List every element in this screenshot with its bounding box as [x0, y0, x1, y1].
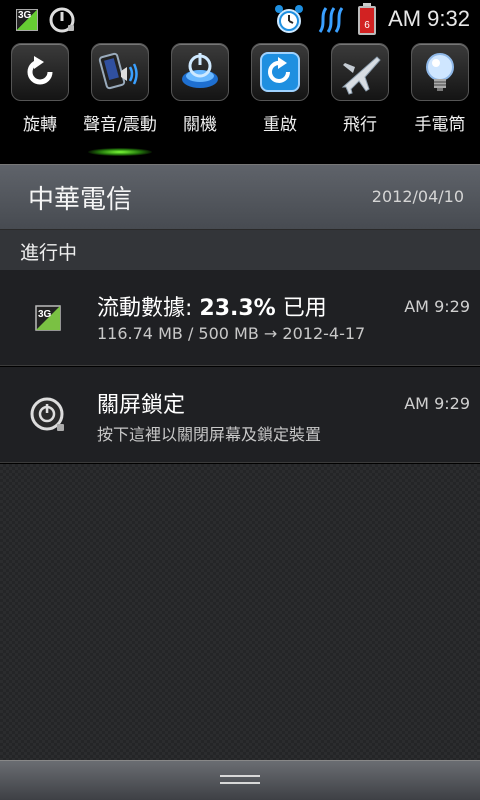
notification-title: 關屏鎖定: [97, 393, 186, 418]
ongoing-section-header: 進行中: [0, 230, 480, 270]
toggle-label: 關機: [183, 115, 217, 135]
rotate-icon: [27, 56, 53, 85]
rotate-button[interactable]: [11, 43, 69, 101]
title-prefix: 流動數據:: [97, 296, 200, 321]
power-icon: [182, 53, 218, 88]
signal-waves-icon: [318, 7, 344, 33]
toggle-label: 旋轉: [23, 115, 57, 135]
carrier-name: 中華電信: [28, 185, 133, 215]
notification-screen-lock[interactable]: 關屏鎖定 按下這裡以關閉屏幕及鎖定裝置 AM 9:29: [0, 367, 480, 463]
current-date: 2012/04/10: [371, 187, 464, 206]
section-title: 進行中: [20, 242, 78, 264]
status-left-icons: 3G: [16, 6, 76, 34]
3g-icon: 3G: [16, 9, 38, 31]
sound-vibrate-icon: [98, 52, 138, 90]
alarm-clock-icon: [275, 5, 304, 33]
toggle-restart[interactable]: 重啟: [250, 38, 310, 164]
carrier-bar: 中華電信 2012/04/10: [0, 164, 480, 230]
status-right-icons: 6 AM 9:32: [272, 2, 470, 36]
notification-time: AM 9:29: [404, 394, 470, 413]
title-suffix: 已用: [275, 296, 327, 321]
grip-icon: [220, 775, 260, 787]
toggle-rotate[interactable]: 旋轉: [10, 38, 70, 164]
flashlight-icon: [426, 53, 454, 91]
power-button[interactable]: [171, 43, 229, 101]
battery-icon: 6: [358, 3, 377, 35]
active-indicator: [88, 148, 152, 156]
svg-text:6: 6: [364, 20, 370, 31]
shade-drag-handle[interactable]: [0, 760, 480, 800]
status-clock: AM 9:32: [388, 6, 470, 31]
screen-lock-power-icon: [28, 395, 68, 435]
notification-empty-area: [0, 464, 480, 760]
restart-button[interactable]: [251, 43, 309, 101]
toggle-label: 聲音/震動: [83, 115, 157, 135]
status-bar: 3G 6 AM 9:32: [0, 0, 480, 38]
sound-vibrate-button[interactable]: [91, 43, 149, 101]
notification-time: AM 9:29: [404, 297, 470, 316]
airplane-button[interactable]: [331, 43, 389, 101]
power-lock-icon: [49, 7, 75, 33]
toggle-label: 手電筒: [414, 115, 466, 135]
flashlight-button[interactable]: [411, 43, 469, 101]
toggle-sound-vibrate[interactable]: 聲音/震動: [83, 38, 157, 164]
toggle-label: 飛行: [343, 115, 377, 135]
airplane-icon: [341, 56, 381, 95]
notification-title: 流動數據: 23.3% 已用: [97, 290, 327, 322]
toggle-flashlight[interactable]: 手電筒: [410, 38, 470, 164]
toggle-label: 重啟: [263, 115, 297, 135]
svg-text:3G: 3G: [38, 309, 52, 320]
notification-subtitle: 116.74 MB / 500 MB → 2012-4-17: [97, 324, 366, 343]
notification-subtitle: 按下這裡以關閉屏幕及鎖定裝置: [97, 425, 322, 444]
usage-percent: 23.3%: [199, 296, 276, 321]
notification-data-usage[interactable]: 3G 流動數據: 23.3% 已用 116.74 MB / 500 MB → 2…: [0, 270, 480, 366]
3g-data-icon: 3G: [28, 298, 68, 338]
restart-icon: [260, 52, 300, 92]
quick-toggle-bar: 旋轉 聲音/震動 關機 重啟 飛行 手電筒: [0, 38, 480, 164]
toggle-power[interactable]: 關機: [170, 38, 230, 164]
toggle-airplane[interactable]: 飛行: [330, 38, 390, 164]
